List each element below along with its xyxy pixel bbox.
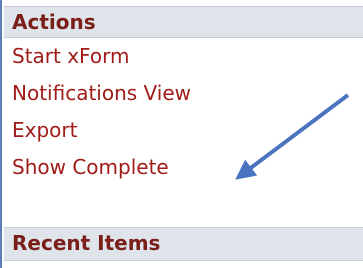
arrow-icon [235,93,350,180]
